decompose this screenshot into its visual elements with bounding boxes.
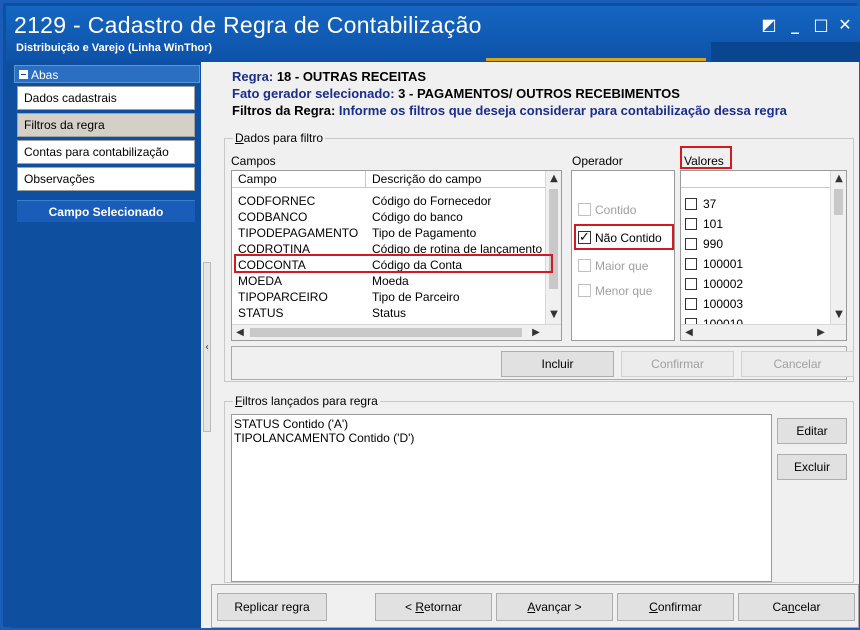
scroll-up-icon[interactable]: ▲ xyxy=(546,171,561,187)
operador-label: Operador xyxy=(572,154,623,168)
list-item[interactable]: 101 xyxy=(685,217,723,231)
filtros-regra-hint: Informe os filtros que deseja considerar… xyxy=(338,103,787,118)
fato-gerador-label: Fato gerador selecionado: xyxy=(232,86,395,101)
sidebar-item-filtros-da-regra[interactable]: Filtros da regra xyxy=(17,113,195,137)
sidebar: Abas Dados cadastrais Filtros da regra C… xyxy=(11,62,201,628)
retornar-button[interactable]: < Retornar xyxy=(375,593,492,621)
valores-horizontal-scrollbar[interactable]: ◀ ▶ xyxy=(681,324,846,340)
sidebar-item-contas-contabilizacao[interactable]: Contas para contabilização xyxy=(17,140,195,164)
window-subtitle: Distribuição e Varejo (Linha WinThor) xyxy=(16,42,213,54)
scroll-left-icon[interactable]: ◀ xyxy=(681,325,697,340)
minimize-button[interactable]: _ xyxy=(784,14,806,36)
avancar-button[interactable]: Avançar > xyxy=(496,593,613,621)
title-accent-line xyxy=(486,58,706,61)
confirmar-footer-button[interactable]: Confirmar xyxy=(617,593,734,621)
campos-horizontal-scrollbar[interactable]: ◀ ▶ xyxy=(232,324,561,340)
fato-gerador-value: 3 - PAGAMENTOS/ OUTROS RECEBIMENTOS xyxy=(398,86,680,101)
column-descricao[interactable]: Descrição do campo xyxy=(372,172,481,186)
editar-button[interactable]: Editar xyxy=(777,418,847,444)
collapse-sidebar-handle[interactable]: ‹ xyxy=(203,262,211,432)
scroll-down-icon[interactable]: ▼ xyxy=(546,307,561,323)
excluir-button[interactable]: Excluir xyxy=(777,454,847,480)
scroll-thumb[interactable] xyxy=(250,328,522,337)
application-window: 2129 - Cadastro de Regra de Contabilizaç… xyxy=(0,0,860,630)
list-item[interactable]: 100003 xyxy=(685,297,743,311)
cancelar-button[interactable]: Cancelar xyxy=(741,351,854,377)
operador-contido-checkbox[interactable]: Contido xyxy=(578,203,636,217)
main-panel: Regra: 18 - OUTRAS RECEITAS Fato gerador… xyxy=(211,62,859,628)
filtros-regra-label: Filtros da Regra: xyxy=(232,103,336,118)
rule-info: Regra: 18 - OUTRAS RECEITAS Fato gerador… xyxy=(232,68,787,119)
incluir-button[interactable]: Incluir xyxy=(501,351,614,377)
title-accent-block xyxy=(711,42,860,62)
valores-vertical-scrollbar[interactable]: ▲ ▼ xyxy=(830,171,846,324)
filtros-lancados-title: Filtros lançados para regra xyxy=(233,394,380,408)
sidebar-item-observacoes[interactable]: Observações xyxy=(17,167,195,191)
scroll-right-icon[interactable]: ▶ xyxy=(528,325,544,340)
restore-icon[interactable]: ◩ xyxy=(758,14,780,36)
scroll-thumb[interactable] xyxy=(834,189,843,215)
cancelar-footer-button[interactable]: Cancelar xyxy=(738,593,855,621)
filtros-lancados-list[interactable]: STATUS Contido ('A') TIPOLANCAMENTO Cont… xyxy=(231,414,772,582)
scroll-left-icon[interactable]: ◀ xyxy=(232,325,248,340)
valores-list[interactable]: 37 101 990 100001 100002 100003 100010 ▲… xyxy=(680,170,847,341)
campos-grid-header: Campo Descrição do campo xyxy=(232,171,545,188)
column-campo[interactable]: Campo xyxy=(238,172,277,186)
list-item[interactable]: 37 xyxy=(685,197,716,211)
operador-maior-que-checkbox[interactable]: Maior que xyxy=(578,259,648,273)
campos-vertical-scrollbar[interactable]: ▲ ▼ xyxy=(545,171,561,324)
dados-filtro-title: Dados para filtro xyxy=(233,131,326,145)
scroll-down-icon[interactable]: ▼ xyxy=(831,307,846,323)
collapse-icon[interactable] xyxy=(19,70,28,79)
abas-header-label: Abas xyxy=(31,68,59,82)
replicar-regra-button[interactable]: Replicar regra xyxy=(217,593,327,621)
scroll-thumb[interactable] xyxy=(549,189,558,289)
abas-header[interactable]: Abas xyxy=(14,65,200,83)
confirmar-button[interactable]: Confirmar xyxy=(621,351,734,377)
campo-selecionado-label: Campo Selecionado xyxy=(17,200,195,222)
list-item[interactable]: 100001 xyxy=(685,257,743,271)
close-button[interactable]: ✕ xyxy=(834,14,856,36)
sidebar-item-dados-cadastrais[interactable]: Dados cadastrais xyxy=(17,86,195,110)
operador-menor-que-checkbox[interactable]: Menor que xyxy=(578,284,652,298)
list-item[interactable]: 100002 xyxy=(685,277,743,291)
operador-highlight xyxy=(574,224,674,250)
list-item[interactable]: STATUS Contido ('A') xyxy=(234,417,769,431)
title-bar[interactable]: 2129 - Cadastro de Regra de Contabilizaç… xyxy=(6,6,860,62)
selected-row-highlight xyxy=(234,254,553,273)
scroll-right-icon[interactable]: ▶ xyxy=(813,325,829,340)
scroll-up-icon[interactable]: ▲ xyxy=(831,171,846,187)
campos-label: Campos xyxy=(231,154,276,168)
maximize-button[interactable]: □ xyxy=(810,14,832,36)
regra-value: 18 - OUTRAS RECEITAS xyxy=(276,69,427,84)
list-item[interactable]: TIPOLANCAMENTO Contido ('D') xyxy=(234,431,769,445)
valores-label: Valores xyxy=(684,154,724,168)
window-title: 2129 - Cadastro de Regra de Contabilizaç… xyxy=(14,12,482,38)
operador-box: Contido Não Contido Maior que Menor que xyxy=(571,170,675,341)
list-item[interactable]: 990 xyxy=(685,237,723,251)
regra-label: Regra: xyxy=(232,69,274,84)
window-content: Abas Dados cadastrais Filtros da regra C… xyxy=(11,62,859,628)
